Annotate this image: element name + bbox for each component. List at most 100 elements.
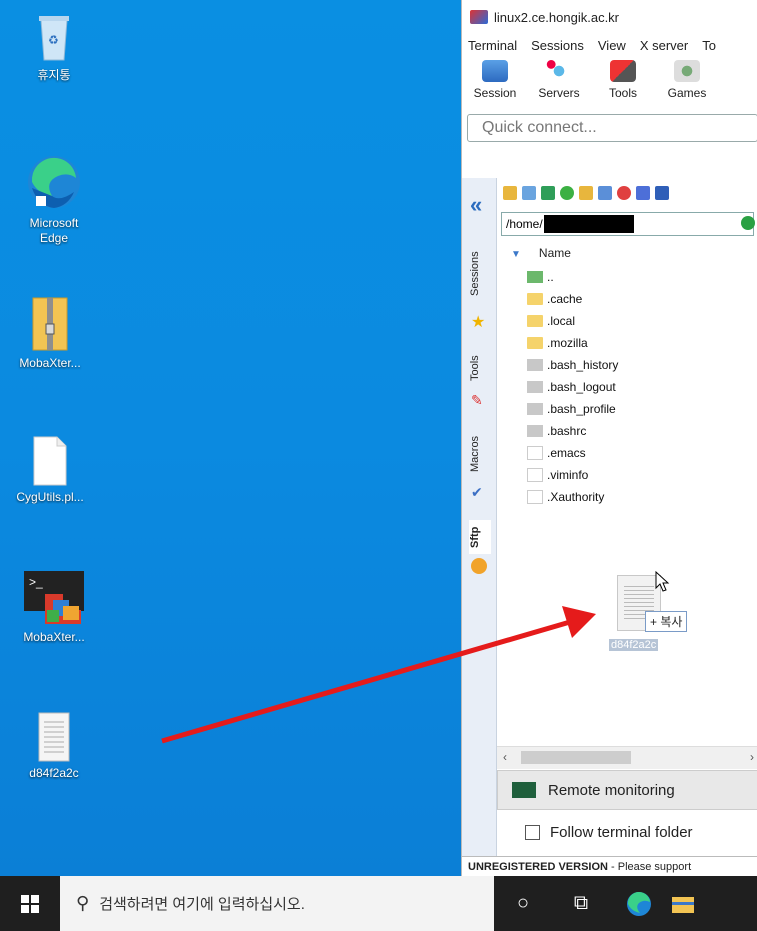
mobaxterm-icon: >_	[23, 570, 85, 626]
cortana-icon: ○	[516, 892, 530, 914]
mobaxterm-window: linux2.ce.hongik.ac.kr Terminal Sessions…	[461, 0, 757, 877]
games-label: Games	[667, 86, 707, 100]
list-item[interactable]: ..	[527, 266, 757, 288]
sftp-tab-icon	[471, 558, 487, 574]
tab-sessions[interactable]: Sessions	[469, 244, 491, 304]
list-item[interactable]: .cache	[527, 288, 757, 310]
quick-connect-input[interactable]: Quick connect...	[467, 114, 757, 142]
file-explorer-button[interactable]	[668, 876, 698, 931]
list-item[interactable]: .bash_logout	[527, 376, 757, 398]
folder-up-icon[interactable]	[503, 186, 517, 200]
list-item[interactable]: .emacs	[527, 442, 757, 464]
desktop-icon-mobaxterm[interactable]: >_ MobaXter...	[4, 570, 104, 644]
new-file-icon[interactable]	[598, 186, 612, 200]
scroll-right-icon[interactable]: ›	[750, 750, 754, 764]
sftp-panel: /home/ ▼ Name .. .cache .local .mozilla .…	[497, 178, 757, 768]
tab-sftp[interactable]: Sftp	[469, 520, 491, 554]
desktop-icon-edge[interactable]: Microsoft Edge	[4, 152, 104, 246]
menu-view[interactable]: View	[598, 38, 626, 53]
list-item[interactable]: .mozilla	[527, 332, 757, 354]
rename-icon[interactable]	[636, 186, 650, 200]
edge-taskbar-button[interactable]	[610, 876, 668, 931]
desktop-icon-d84f2a2c[interactable]: d84f2a2c	[4, 712, 104, 780]
properties-icon[interactable]	[655, 186, 669, 200]
folder-icon	[527, 293, 543, 305]
tab-tools[interactable]: Tools	[469, 346, 491, 390]
star-icon: ★	[471, 314, 486, 331]
text-file-icon	[38, 712, 70, 762]
session-button[interactable]: Session	[472, 56, 518, 100]
svg-text:>_: >_	[29, 575, 43, 589]
file-name: .local	[547, 314, 576, 328]
list-item[interactable]: .bashrc	[527, 420, 757, 442]
collapse-chevron-icon[interactable]: «	[470, 192, 482, 218]
file-name: .cache	[547, 292, 583, 306]
edge-icon	[24, 152, 84, 212]
menu-terminal[interactable]: Terminal	[468, 38, 517, 53]
cortana-button[interactable]: ○	[494, 876, 552, 931]
horizontal-scrollbar[interactable]: ‹ ›	[497, 746, 757, 769]
games-button[interactable]: Games	[664, 56, 710, 100]
list-item[interactable]: .Xauthority	[527, 486, 757, 508]
session-icon	[482, 60, 508, 82]
unregistered-label: UNREGISTERED VERSION	[468, 861, 608, 873]
menu-tools[interactable]: To	[702, 38, 716, 53]
file-name: .bashrc	[547, 424, 587, 438]
taskbar-search-box[interactable]: ⚲ 검색하려면 여기에 입력하십시오.	[60, 876, 494, 931]
desktop-icon-label: Microsoft Edge	[29, 216, 79, 245]
download-icon[interactable]	[522, 186, 536, 200]
parent-folder-icon	[527, 271, 543, 283]
scroll-left-icon[interactable]: ‹	[503, 750, 507, 764]
menu-bar: Terminal Sessions View X server To	[462, 34, 757, 56]
path-ok-icon[interactable]	[741, 216, 755, 230]
list-item[interactable]: .viminfo	[527, 464, 757, 486]
name-column-header[interactable]: ▼ Name	[497, 240, 757, 266]
list-item[interactable]: .bash_history	[527, 354, 757, 376]
drag-preview: + 복사 d84f2a2c	[609, 571, 688, 651]
path-text: /home/	[506, 217, 543, 231]
file-name: .mozilla	[547, 336, 588, 350]
follow-terminal-checkbox[interactable]	[525, 824, 540, 840]
path-input[interactable]: /home/	[501, 212, 755, 236]
task-view-button[interactable]: ⧉	[552, 876, 610, 931]
sort-arrow-icon: ▼	[511, 249, 521, 260]
zip-folder-icon	[32, 296, 68, 352]
unregistered-banner[interactable]: UNREGISTERED VERSION - Please support	[462, 856, 757, 877]
servers-button[interactable]: Servers	[536, 56, 582, 100]
menu-sessions[interactable]: Sessions	[531, 38, 584, 53]
start-button[interactable]	[0, 876, 60, 931]
new-folder-icon[interactable]	[579, 186, 593, 200]
desktop-icon-mobaxterm-zip[interactable]: MobaXter...	[0, 296, 100, 370]
file-name: .bash_history	[547, 358, 619, 372]
taskbar: ⚲ 검색하려면 여기에 입력하십시오. ○ ⧉	[0, 876, 757, 931]
tab-macros[interactable]: Macros	[469, 428, 491, 480]
desktop-icon-label: d84f2a2c	[29, 766, 79, 780]
monitor-icon	[512, 782, 536, 798]
folder-icon	[672, 896, 694, 913]
recycle-bin-icon: ♻	[37, 14, 71, 62]
search-placeholder: 검색하려면 여기에 입력하십시오.	[99, 896, 305, 913]
upload-icon[interactable]	[541, 186, 555, 200]
list-item[interactable]: .bash_profile	[527, 398, 757, 420]
window-titlebar[interactable]: linux2.ce.hongik.ac.kr	[462, 0, 757, 34]
file-name: .bash_logout	[547, 380, 616, 394]
refresh-icon[interactable]	[560, 186, 574, 200]
desktop-icon-cygutils[interactable]: CygUtils.pl...	[0, 436, 100, 504]
sftp-toolbar	[497, 178, 757, 208]
text-file-icon	[527, 446, 543, 460]
folder-icon	[527, 337, 543, 349]
follow-terminal-folder[interactable]: Follow terminal folder	[497, 812, 757, 852]
list-item[interactable]: .local	[527, 310, 757, 332]
dragged-file-name: d84f2a2c	[609, 639, 659, 651]
menu-x-server[interactable]: X server	[640, 38, 688, 53]
document-icon	[33, 436, 67, 486]
file-name: ..	[547, 270, 554, 284]
scroll-thumb[interactable]	[521, 751, 631, 764]
servers-icon	[546, 60, 572, 82]
delete-icon[interactable]	[617, 186, 631, 200]
tools-button[interactable]: Tools	[600, 56, 646, 100]
desktop-icon-recycle-bin[interactable]: ♻ 휴지통	[4, 14, 104, 83]
remote-monitoring-button[interactable]: Remote monitoring	[497, 770, 757, 810]
tools-label: Tools	[608, 86, 637, 100]
folder-icon	[527, 315, 543, 327]
